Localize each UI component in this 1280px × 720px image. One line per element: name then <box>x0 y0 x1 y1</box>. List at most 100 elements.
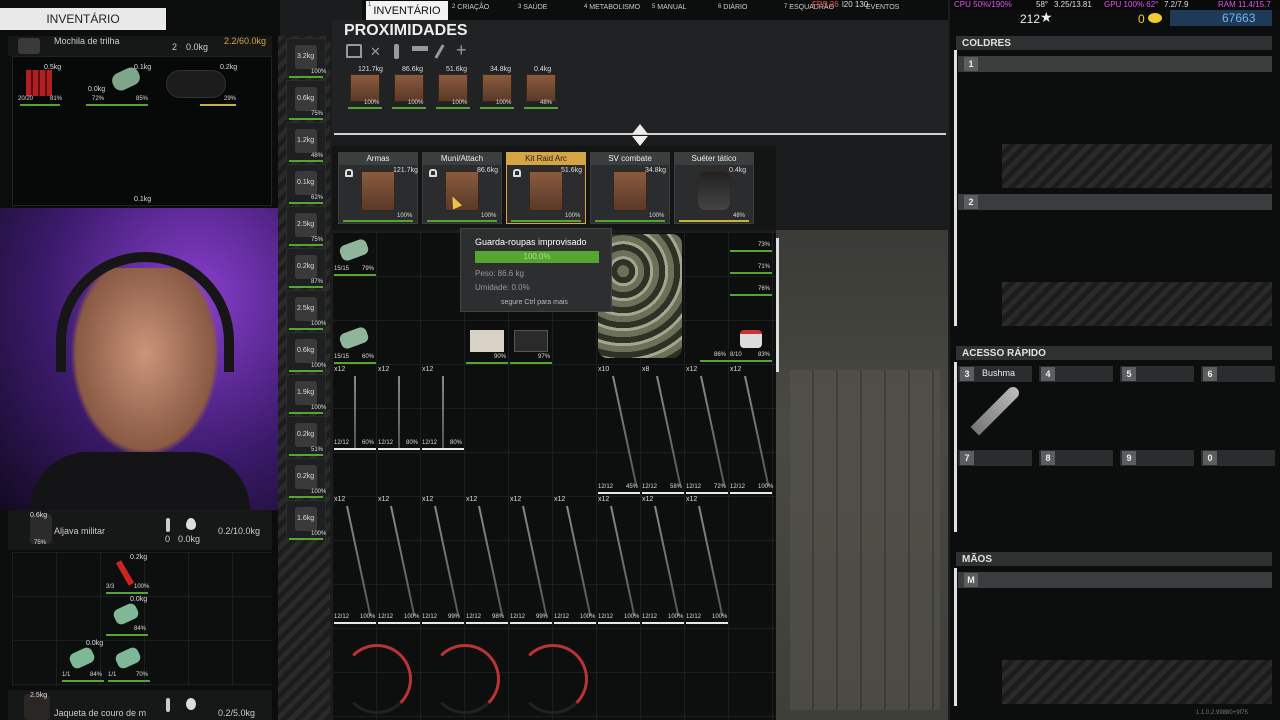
equip-slot-weight: 0.2kg <box>297 263 315 270</box>
equip-slot[interactable]: 2.5kg 100% <box>286 290 326 330</box>
proximity-crate[interactable]: 51.6kg 100% <box>432 66 474 110</box>
holster-slot-2[interactable]: 2 <box>958 194 1272 210</box>
proximity-crate[interactable]: 0.4kg 48% <box>520 66 562 110</box>
tab-saude[interactable]: 3 SAÚDE <box>518 4 547 11</box>
quick-slot[interactable]: 4 <box>1039 366 1113 382</box>
quiver-slot-flare[interactable]: 0.2kg 3/3 100% <box>104 554 150 596</box>
quiver-slot-can2[interactable]: 0.0kg 84% <box>104 596 150 638</box>
backpack-slot-shells[interactable]: 0.5kg 20/20 81% <box>18 64 66 108</box>
arrow-stack[interactable]: x12 12/12 100% <box>642 496 686 628</box>
equip-slot[interactable]: 0.6kg 75% <box>286 80 326 120</box>
backpack-header[interactable]: Mochila de trilha 2 0.0kg 2.2/60.0kg <box>8 36 272 56</box>
content-item-jar[interactable]: 8/10 83% <box>730 322 774 364</box>
bottle-icon[interactable] <box>394 44 399 59</box>
quick-slot-num: 4 <box>1041 367 1055 381</box>
quick-slot[interactable]: 3 Bushma <box>958 366 1032 382</box>
resize-handle-icon[interactable] <box>632 124 648 134</box>
content-item-card-b[interactable]: 97% <box>510 322 554 364</box>
tab-metabolismo[interactable]: 4 METABOLISMO <box>584 4 640 11</box>
tab-inventario[interactable]: 1 INVENTÁRIO <box>366 1 448 21</box>
quick-slot[interactable]: 7 <box>958 450 1032 466</box>
bow-item-2[interactable] <box>424 634 508 720</box>
arrow-stack[interactable]: x8 12/12 58% <box>642 366 686 494</box>
content-scrollbar[interactable] <box>776 238 779 372</box>
arrow-stack[interactable]: x12 12/12 100% <box>730 366 774 494</box>
proximity-crate[interactable]: 34.8kg 100% <box>476 66 518 110</box>
content-right-stack[interactable]: 73% 71% 76% <box>730 236 774 300</box>
container-tab[interactable]: Kit Raid Arc 51.6kg 100% <box>506 152 586 224</box>
equip-slot[interactable]: 0.2kg 51% <box>286 416 326 456</box>
bow-item-1[interactable] <box>336 634 420 720</box>
arrow-stack[interactable]: x12 12/12 100% <box>554 496 598 628</box>
arrow-stack[interactable]: x12 12/12 80% <box>422 366 466 494</box>
equip-slot[interactable]: 0.2kg 87% <box>286 248 326 288</box>
quick-slot[interactable]: 6 <box>1201 366 1275 382</box>
arrow-icon <box>390 505 416 616</box>
arrow-stack[interactable]: x10 12/12 45% <box>598 366 642 494</box>
arrow-stack[interactable]: x12 12/12 98% <box>466 496 510 628</box>
equip-slot[interactable]: 0.1kg 62% <box>286 164 326 204</box>
proximity-crate-weight: 34.8kg <box>490 66 512 73</box>
quick-slot[interactable]: 0 <box>1201 450 1275 466</box>
arrow-stack[interactable]: x12 12/12 99% <box>510 496 554 628</box>
plus-icon[interactable]: + <box>456 40 467 61</box>
bow-item-3[interactable] <box>512 634 596 720</box>
quiver-slot-can3[interactable]: 0.0kg 1/1 84% <box>60 640 106 684</box>
container-tab[interactable]: Suéter tático 0.4kg 48% <box>674 152 754 224</box>
backpack-slot-mask[interactable]: 0.2kg 29% <box>160 64 240 108</box>
quiver-header[interactable]: 0.6kg 75% Aljava militar 0 0.0kg 0.2/10.… <box>8 510 272 550</box>
backpack-slot-small[interactable]: 0.0kg 72% <box>84 84 110 108</box>
container-tab[interactable]: Armas 121.7kg 100% <box>338 152 418 224</box>
jar-count: 8/10 <box>730 352 742 358</box>
arrow-stack[interactable]: x12 12/12 100% <box>686 496 730 628</box>
equip-slot[interactable]: 2.5kg 75% <box>286 206 326 246</box>
content-item-card-a[interactable]: 90% <box>466 322 510 364</box>
content-item-can-b[interactable]: 15/15 60% <box>334 322 378 364</box>
tab-criacao[interactable]: 2 CRIAÇÃO <box>452 4 489 11</box>
arrow-stack[interactable]: x12 12/12 99% <box>422 496 466 628</box>
scissors-icon[interactable]: ✕ <box>370 44 381 60</box>
holster-slot-1[interactable]: 1 <box>958 56 1272 72</box>
quick-slot[interactable]: 9 <box>1120 450 1194 466</box>
quick-slot[interactable]: 5 <box>1120 366 1194 382</box>
equip-slot[interactable]: 0.6kg 100% <box>286 332 326 372</box>
arrow-stack[interactable]: x12 12/12 100% <box>598 496 642 628</box>
gun-icon[interactable] <box>412 46 428 51</box>
tool-icon[interactable] <box>434 44 445 59</box>
tab-eventos[interactable]: EVENTOS <box>866 4 899 11</box>
arrow-stack[interactable]: x12 12/12 72% <box>686 366 730 494</box>
equip-slot[interactable]: 1.6kg 100% <box>286 500 326 540</box>
hands-slot[interactable]: M <box>958 572 1272 588</box>
webcam-shirt <box>30 452 250 510</box>
perf-fps: FPS 26 <box>812 0 839 9</box>
backpack-slot-can[interactable]: 0.1kg 85% <box>106 64 154 108</box>
perf-vram: 7.2/7.9 <box>1164 0 1189 9</box>
single-item-weight: 0.1kg <box>134 196 152 203</box>
quiver-slot-can4[interactable]: 1/1 70% <box>106 640 152 684</box>
equip-slot[interactable]: 3.2kg 100% <box>286 38 326 78</box>
jacket-header[interactable]: 2.5kg Jaqueta de couro de m 0.2/5.0kg <box>8 690 272 720</box>
arrow-stack[interactable]: x12 12/12 80% <box>378 366 422 494</box>
tab-manual[interactable]: 5 MANUAL <box>652 4 686 11</box>
proximity-crate[interactable]: 86.6kg 100% <box>388 66 430 110</box>
shirt-icon[interactable] <box>346 44 362 58</box>
container-tab[interactable]: Muni/Attach 86.6kg 100% <box>422 152 502 224</box>
holster-slot-1-num: 1 <box>964 57 978 71</box>
tab-diario[interactable]: 6 DIÁRIO <box>718 4 747 11</box>
equip-slot-weight: 3.2kg <box>297 53 315 60</box>
equip-slot[interactable]: 1.2kg 48% <box>286 122 326 162</box>
content-item-can-a[interactable]: 15/15 79% <box>334 234 378 276</box>
equip-slot[interactable]: 1.9kg 100% <box>286 374 326 414</box>
lock-icon <box>513 169 521 177</box>
container-weight: 51.6kg <box>561 167 583 174</box>
arrow-stack[interactable]: x12 12/12 100% <box>378 496 422 628</box>
left-panel-title[interactable]: INVENTÁRIO <box>0 8 166 30</box>
arrow-stack[interactable]: x12 12/12 60% <box>334 366 378 494</box>
arrow-stack-qty: 12/12 <box>422 440 438 446</box>
quick-slot[interactable]: 8 <box>1039 450 1113 466</box>
container-tab[interactable]: SV combate 34.8kg 100% <box>590 152 670 224</box>
proximity-crate[interactable]: 121.7kg 100% <box>344 66 386 110</box>
equip-slot[interactable]: 0.2kg 100% <box>286 458 326 498</box>
arrow-stack[interactable]: x12 12/12 100% <box>334 496 378 628</box>
coin-icon <box>1148 13 1162 23</box>
